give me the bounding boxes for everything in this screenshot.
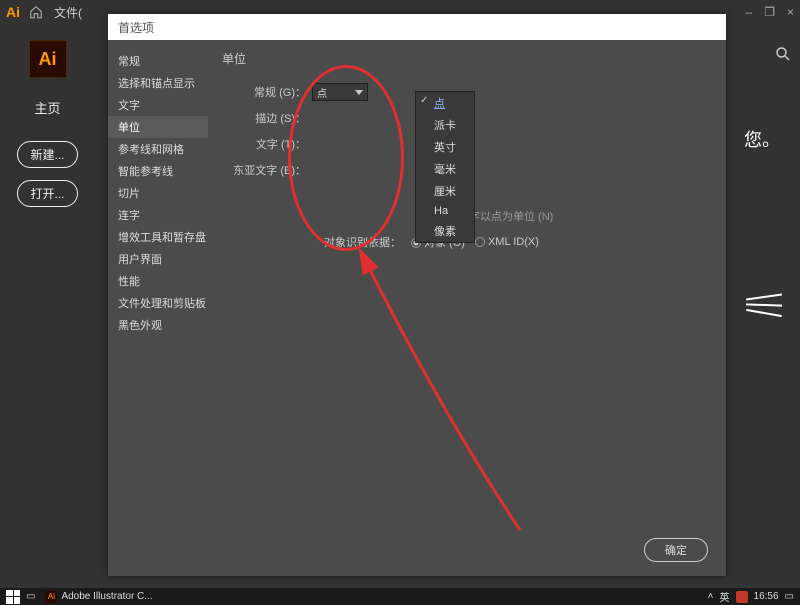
welcome-text-fragment: 您。 (744, 126, 780, 152)
dialog-sidebar: 常规 选择和锚点显示 文字 单位 参考线和网格 智能参考线 切片 连字 增效工具… (108, 40, 208, 576)
window-close[interactable]: × (787, 5, 794, 19)
search-icon[interactable] (774, 45, 792, 68)
sidebar-item-ui[interactable]: 用户界面 (108, 248, 208, 270)
label-stroke: 描边 (S)： (222, 110, 312, 126)
dropdown-item-picas[interactable]: 派卡 (416, 114, 474, 136)
left-rail: Ai 主页 新建... 打开... (0, 24, 95, 588)
sidebar-item-smartguides[interactable]: 智能参考线 (108, 160, 208, 182)
sidebar-item-filehandling[interactable]: 文件处理和剪贴板 (108, 292, 208, 314)
tray-chevron-icon[interactable]: ˄ (708, 591, 714, 602)
window-restore[interactable]: ❐ (764, 5, 775, 19)
start-button[interactable] (6, 590, 20, 604)
home-icon[interactable] (28, 4, 44, 20)
notification-icon[interactable]: ▭ (785, 591, 794, 602)
dropdown-item-points[interactable]: 点 (416, 92, 474, 114)
dropdown-item-pixels[interactable]: 像素 (416, 220, 474, 242)
ime-indicator[interactable]: 英 (720, 589, 730, 604)
dialog-content: 单位 常规 (G)： 点 描边 (S)： 文字 (T)： 东亚文字 (E)： 数… (208, 40, 726, 576)
chevron-down-icon (355, 90, 363, 95)
sidebar-item-guides[interactable]: 参考线和网格 (108, 138, 208, 160)
window-minimize[interactable]: – (746, 5, 753, 19)
taskbar-app-title[interactable]: Adobe Illustrator C... (61, 591, 152, 602)
sidebar-item-black[interactable]: 黑色外观 (108, 314, 208, 336)
dropdown-item-mm[interactable]: 毫米 (416, 158, 474, 180)
ok-button[interactable]: 确定 (644, 538, 708, 562)
home-label[interactable]: 主页 (0, 98, 95, 117)
section-title: 单位 (222, 50, 712, 67)
sidebar-item-units[interactable]: 单位 (108, 116, 208, 138)
new-button[interactable]: 新建... (17, 141, 77, 168)
sidebar-item-selection[interactable]: 选择和锚点显示 (108, 72, 208, 94)
sidebar-item-type[interactable]: 文字 (108, 94, 208, 116)
preferences-dialog: 首选项 常规 选择和锚点显示 文字 单位 参考线和网格 智能参考线 切片 连字 … (108, 14, 726, 576)
sidebar-item-general[interactable]: 常规 (108, 50, 208, 72)
open-button[interactable]: 打开... (17, 180, 77, 207)
label-general: 常规 (G)： (222, 84, 312, 100)
menu-file[interactable]: 文件( (54, 4, 82, 21)
clock[interactable]: 16:56 (754, 591, 779, 602)
select-general-units[interactable]: 点 (312, 83, 368, 101)
ai-brand-small: Ai (6, 4, 20, 20)
units-dropdown: 点 派卡 英寸 毫米 厘米 Ha 像素 (415, 91, 475, 243)
sidebar-item-plugins[interactable]: 增效工具和暂存盘 (108, 226, 208, 248)
dropdown-item-inches[interactable]: 英寸 (416, 136, 474, 158)
illustration-lines (746, 290, 782, 320)
sidebar-item-hyphenation[interactable]: 连字 (108, 204, 208, 226)
sidebar-item-slices[interactable]: 切片 (108, 182, 208, 204)
label-obj-id: 对象识别依据： (324, 234, 401, 250)
dialog-title: 首选项 (108, 14, 726, 40)
label-type: 文字 (T)： (222, 136, 312, 152)
taskbar-ai-icon[interactable]: Ai (45, 591, 57, 603)
dropdown-item-cm[interactable]: 厘米 (416, 180, 474, 202)
taskbar: ▭ Ai Adobe Illustrator C... ˄ 英 16:56 ▭ (0, 588, 800, 605)
radio-xmlid[interactable]: XML ID(X) (475, 236, 539, 248)
label-asian: 东亚文字 (E)： (222, 162, 312, 178)
sidebar-item-performance[interactable]: 性能 (108, 270, 208, 292)
tray-sogou-icon[interactable] (736, 591, 748, 603)
taskview-icon[interactable]: ▭ (26, 591, 35, 602)
ai-logo: Ai (29, 40, 67, 78)
select-value: 点 (317, 85, 327, 100)
dropdown-item-ha[interactable]: Ha (416, 202, 474, 220)
